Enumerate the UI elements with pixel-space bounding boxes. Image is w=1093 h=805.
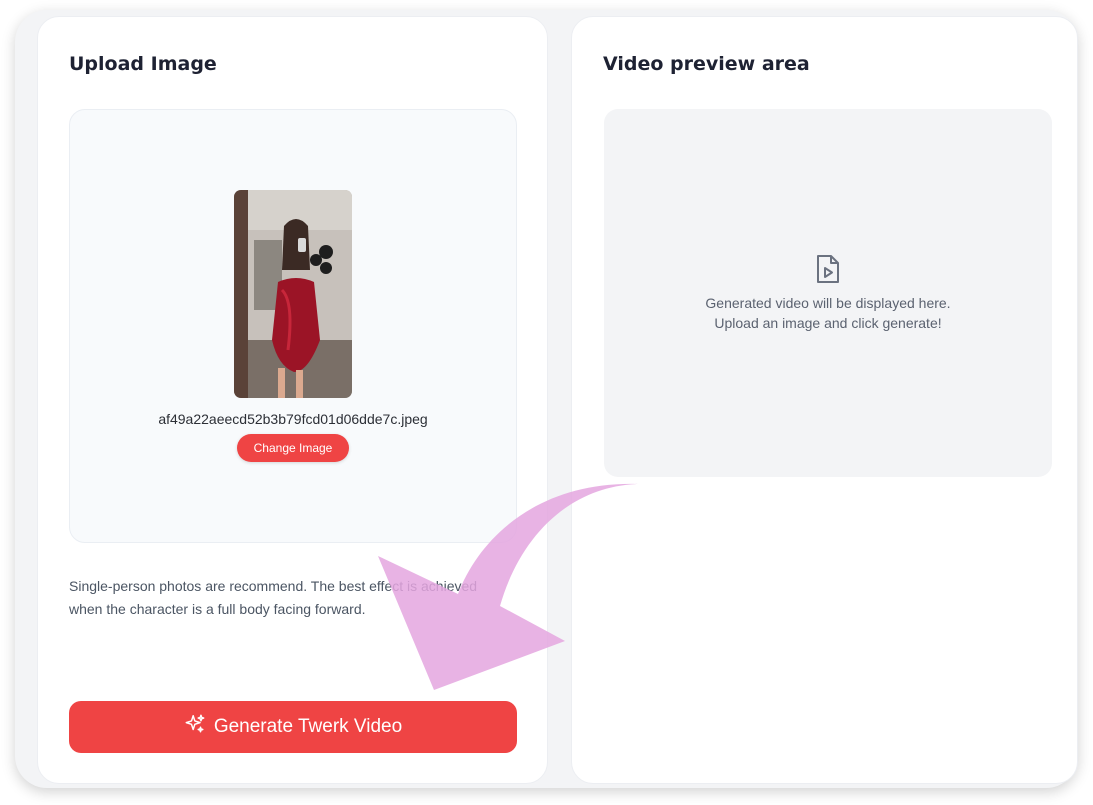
uploaded-filename: af49a22aeecd52b3b79fcd01d06dde7c.jpeg	[158, 411, 428, 427]
upload-card: Upload Image af49a22aeecd52b3b79fcd01d06…	[37, 16, 548, 784]
uploaded-image-thumbnail	[234, 190, 352, 398]
upload-title: Upload Image	[69, 53, 217, 75]
generate-button-label: Generate Twerk Video	[213, 716, 403, 737]
sparkles-icon	[184, 713, 206, 741]
video-file-icon	[814, 253, 842, 285]
upload-hint-line-1: Single-person photos are recommend. The …	[69, 578, 478, 594]
upload-dropzone[interactable]: af49a22aeecd52b3b79fcd01d06dde7c.jpeg Ch…	[69, 109, 517, 543]
generate-button[interactable]: Generate Twerk Video	[69, 701, 517, 753]
preview-message-line-2: Upload an image and click generate!	[714, 315, 942, 331]
upload-hint-line-2: when the character is a full body facing…	[69, 601, 366, 617]
change-image-button[interactable]: Change Image	[237, 434, 349, 462]
preview-message-line-1: Generated video will be displayed here.	[705, 295, 951, 311]
preview-card: Video preview area Generated video will …	[571, 16, 1078, 784]
upload-hint: Single-person photos are recommend. The …	[69, 575, 509, 621]
video-preview-area: Generated video will be displayed here. …	[604, 109, 1052, 477]
preview-placeholder: Generated video will be displayed here. …	[604, 293, 1052, 333]
preview-title: Video preview area	[603, 53, 810, 75]
